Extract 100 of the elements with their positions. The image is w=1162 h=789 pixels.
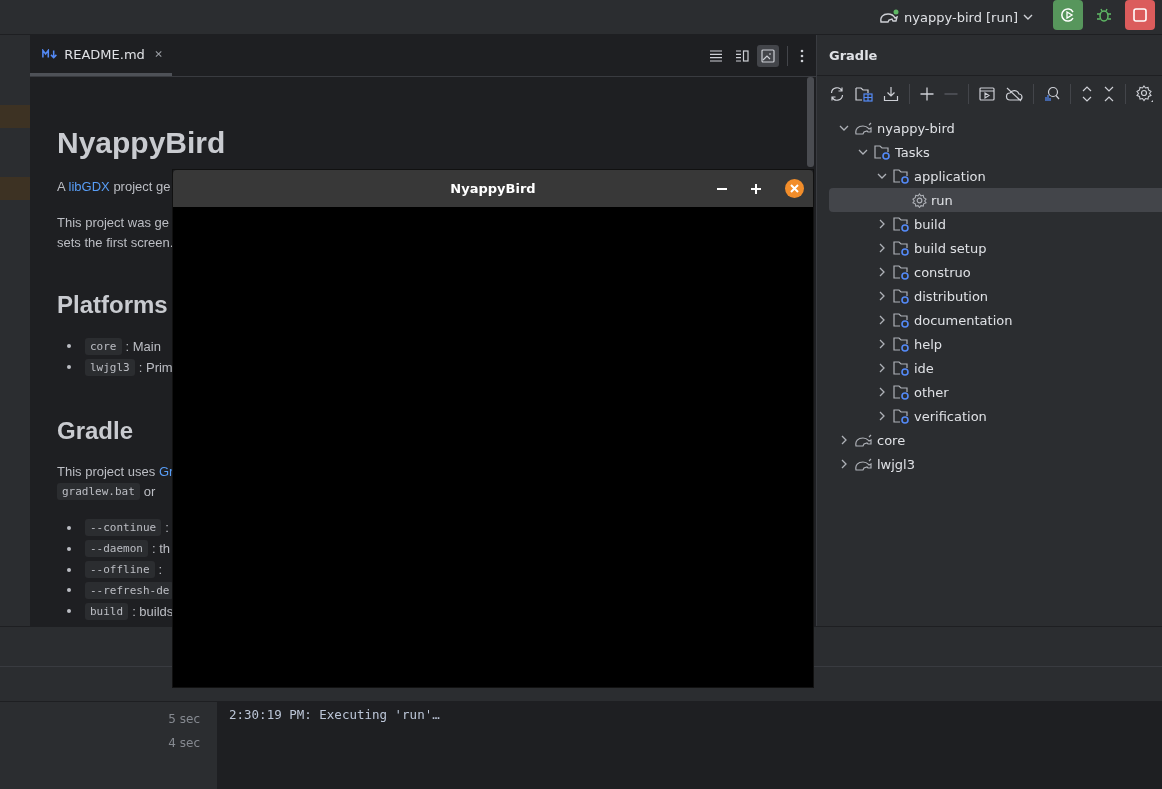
bug-icon[interactable]	[1095, 6, 1113, 24]
folder-grid-icon[interactable]	[855, 86, 873, 102]
list-text: : builds	[132, 603, 174, 619]
tree-item[interactable]: other	[829, 380, 1162, 404]
list-text: : Prim	[138, 359, 173, 375]
tree-item[interactable]: distribution	[829, 284, 1162, 308]
editor-tab[interactable]: README.md	[30, 35, 172, 76]
chevron-right-icon[interactable]	[879, 411, 885, 421]
bullet	[67, 588, 71, 593]
chevron-right-icon[interactable]	[841, 459, 847, 469]
paragraph-text: or	[143, 484, 156, 500]
tree-item[interactable]: core	[829, 428, 1162, 452]
inline-code: --offline	[85, 561, 155, 579]
bullet	[67, 365, 71, 370]
tree-item[interactable]: ide	[829, 356, 1162, 380]
duration-label: 4 sec	[167, 735, 200, 752]
chevron-down-icon[interactable]	[858, 149, 868, 155]
tree-item[interactable]: verification	[829, 404, 1162, 428]
cloud-off-icon[interactable]	[1005, 86, 1023, 102]
chevron-right-icon[interactable]	[879, 219, 885, 229]
chevron-down-icon[interactable]	[877, 173, 887, 179]
close-icon[interactable]	[785, 179, 804, 198]
collapse-all-icon[interactable]	[1103, 86, 1115, 102]
tree-item[interactable]: run	[829, 188, 1162, 212]
tree-item[interactable]: build	[829, 212, 1162, 236]
refresh-icon[interactable]	[829, 86, 845, 102]
image-icon	[761, 48, 775, 63]
stop-button[interactable]	[1125, 0, 1155, 30]
inline-code: build	[85, 602, 129, 620]
chevron-right-icon[interactable]	[879, 339, 885, 349]
chevron-right-icon[interactable]	[879, 291, 885, 301]
rerun-icon	[1060, 7, 1076, 23]
list-text: :	[158, 562, 163, 578]
inline-code: core	[85, 337, 122, 355]
elephant-icon	[855, 121, 873, 135]
paragraph-text: This project was ge	[57, 214, 169, 230]
split-view-icon	[735, 49, 749, 62]
expand-all-icon[interactable]	[1081, 86, 1093, 102]
folder-gear-icon	[893, 384, 910, 400]
tree-item[interactable]: application	[829, 164, 1162, 188]
tree-item[interactable]: nyappy-bird	[829, 116, 1162, 140]
link[interactable]: libGDX	[68, 178, 110, 194]
chevron-right-icon[interactable]	[879, 267, 885, 277]
folder-gear-icon	[893, 312, 910, 328]
chevron-right-icon[interactable]	[879, 387, 885, 397]
folder-gear-icon	[893, 408, 910, 424]
bullet	[67, 526, 71, 530]
inline-code: lwjgl3	[85, 358, 135, 376]
markdown-icon	[42, 49, 59, 59]
maximize-icon[interactable]	[751, 183, 761, 194]
bullet	[67, 567, 71, 572]
folder-gear-icon	[893, 168, 910, 184]
run-configuration[interactable]: nyappy-bird [run]	[875, 6, 1037, 28]
chevron-down-icon	[1023, 14, 1033, 20]
chevron-down-icon[interactable]	[839, 125, 849, 131]
preview-button[interactable]	[757, 44, 779, 67]
scrollbar[interactable]	[807, 77, 814, 167]
close-icon[interactable]	[154, 50, 162, 58]
list-text: : th	[152, 541, 171, 557]
paragraph-text: A	[57, 178, 67, 194]
bullet	[67, 609, 71, 614]
link[interactable]: Gr	[158, 464, 174, 480]
bullet	[67, 344, 71, 349]
folder-gear-icon	[893, 264, 910, 280]
gear-icon	[912, 192, 927, 208]
elephant-icon	[855, 457, 873, 471]
tree-item[interactable]: help	[829, 332, 1162, 356]
tree-item[interactable]: build setup	[829, 236, 1162, 260]
change-marker	[0, 105, 30, 128]
section-heading: Platforms	[57, 290, 168, 320]
minimize-icon[interactable]	[717, 187, 727, 190]
chevron-right-icon[interactable]	[879, 363, 885, 373]
inline-code: --continue	[85, 519, 162, 537]
folder-gear-icon	[893, 288, 910, 304]
run-window-icon[interactable]	[979, 87, 995, 101]
folder-gear-icon	[893, 240, 910, 256]
download-icon[interactable]	[883, 86, 899, 102]
stop-icon	[1133, 8, 1147, 22]
duration-label: 5 sec	[167, 711, 200, 728]
chevron-right-icon[interactable]	[841, 435, 847, 445]
inline-code: gradlew.bat	[57, 483, 140, 501]
analyze-icon[interactable]	[1044, 86, 1060, 102]
tree-item[interactable]: lwjgl3	[829, 452, 1162, 476]
tree-item[interactable]: construo	[829, 260, 1162, 284]
more-options-icon[interactable]	[800, 48, 804, 63]
plus-icon[interactable]	[920, 87, 934, 101]
chevron-right-icon[interactable]	[879, 243, 885, 253]
folder-gear-icon	[893, 216, 910, 232]
rerun-button[interactable]	[1053, 0, 1083, 30]
window-title: NyappyBird	[450, 181, 536, 196]
paragraph-text: project ge	[112, 178, 171, 194]
settings-icon[interactable]	[1136, 85, 1154, 103]
elephant-icon	[879, 9, 900, 25]
panel-title: Gradle	[817, 35, 1162, 76]
document-heading: NyappyBird	[57, 125, 226, 161]
tree-item[interactable]: Tasks	[829, 140, 1162, 164]
paragraph-text: This project uses	[57, 464, 157, 480]
folder-gear-icon	[893, 360, 910, 376]
chevron-right-icon[interactable]	[879, 315, 885, 325]
tree-item[interactable]: documentation	[829, 308, 1162, 332]
